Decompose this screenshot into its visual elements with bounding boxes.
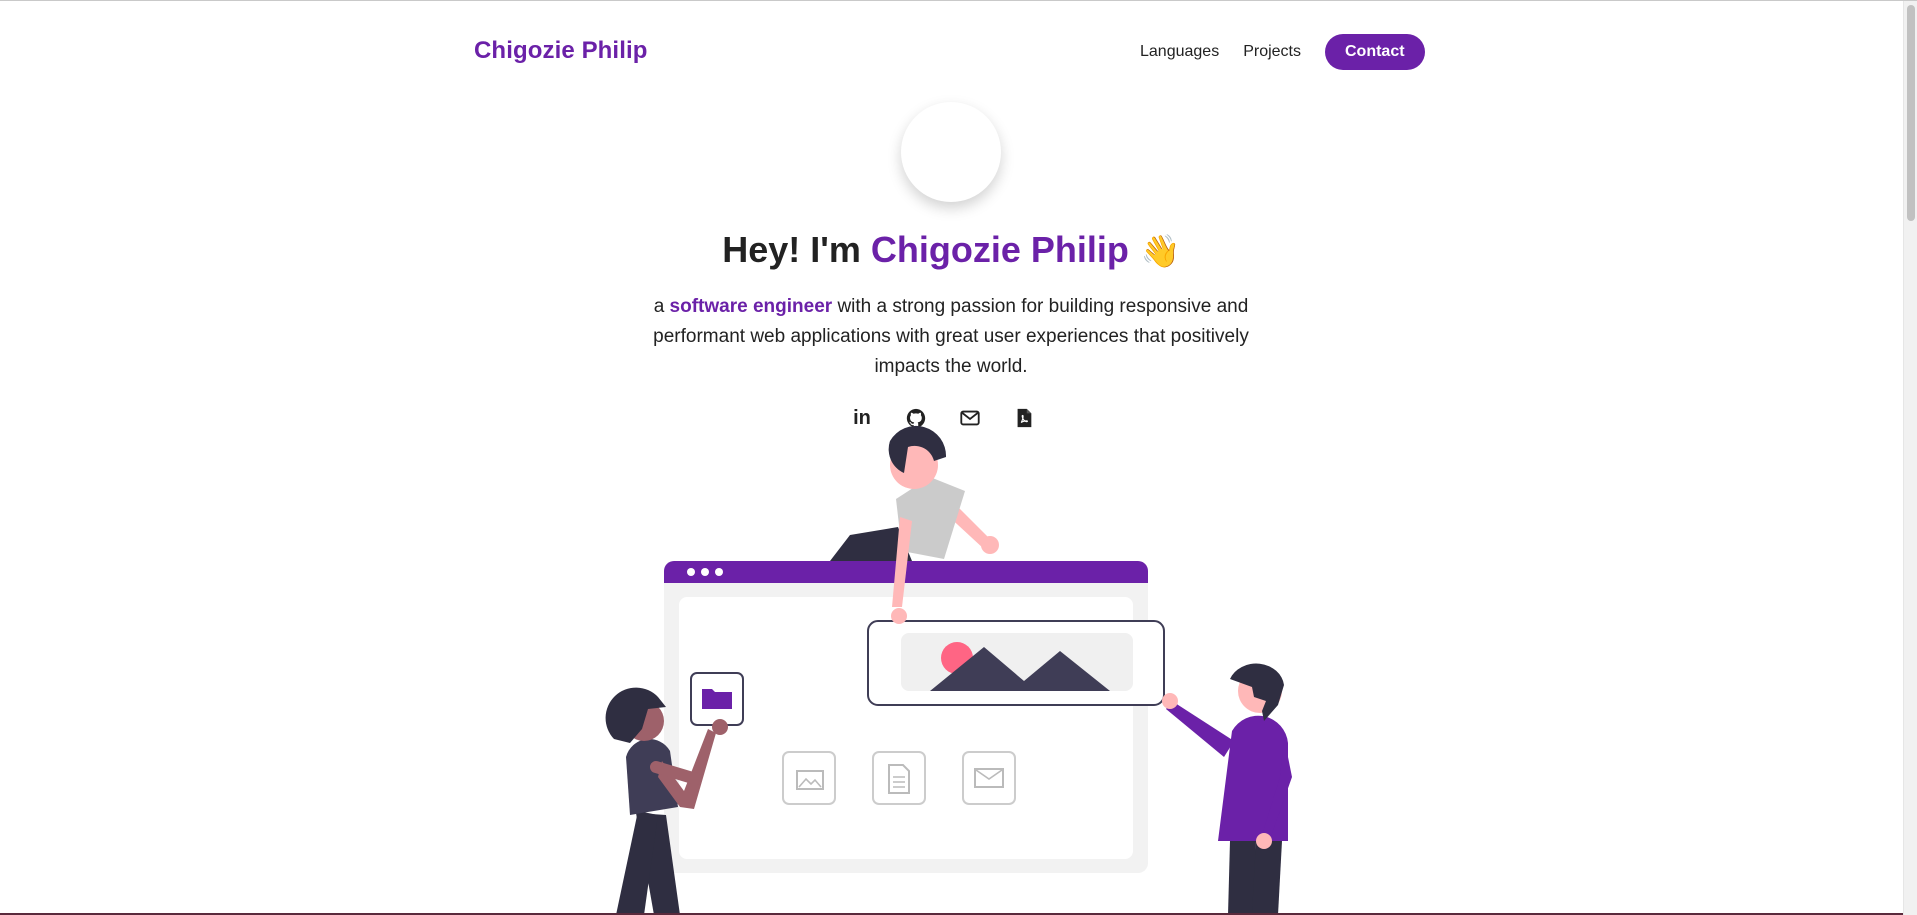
document-tile-icon [872,751,926,805]
image-tile-icon [782,751,836,805]
avatar [901,102,1001,202]
top-nav: Languages Projects Contact [1140,34,1425,70]
folder-icon [690,672,744,726]
envelope-tile-icon [962,751,1016,805]
page: Chigozie Philip Languages Projects Conta… [0,1,1903,915]
tagline-prefix: a [653,296,665,317]
hero-greeting: Hey! I'm [722,229,861,270]
hero-illustration [605,425,1292,915]
tagline-highlight: software engineer [669,296,833,317]
wave-icon: 👋 [1140,233,1181,269]
hero-tagline: a software engineer with a strong passio… [651,292,1251,382]
nav-languages-link[interactable]: Languages [1140,43,1219,61]
contact-button[interactable]: Contact [1324,34,1425,70]
page-scrollbar[interactable] [1903,1,1917,915]
brand-logo[interactable]: Chigozie Philip [474,37,648,65]
nav-projects-link[interactable]: Projects [1243,43,1301,61]
hero-title: Hey! I'm Chigozie Philip 👋 [0,229,1903,271]
scrollbar-thumb[interactable] [1907,5,1915,221]
image-card-graphic [867,620,1165,706]
hero-name: Chigozie Philip [870,229,1129,270]
person-right-graphic [1162,663,1292,915]
